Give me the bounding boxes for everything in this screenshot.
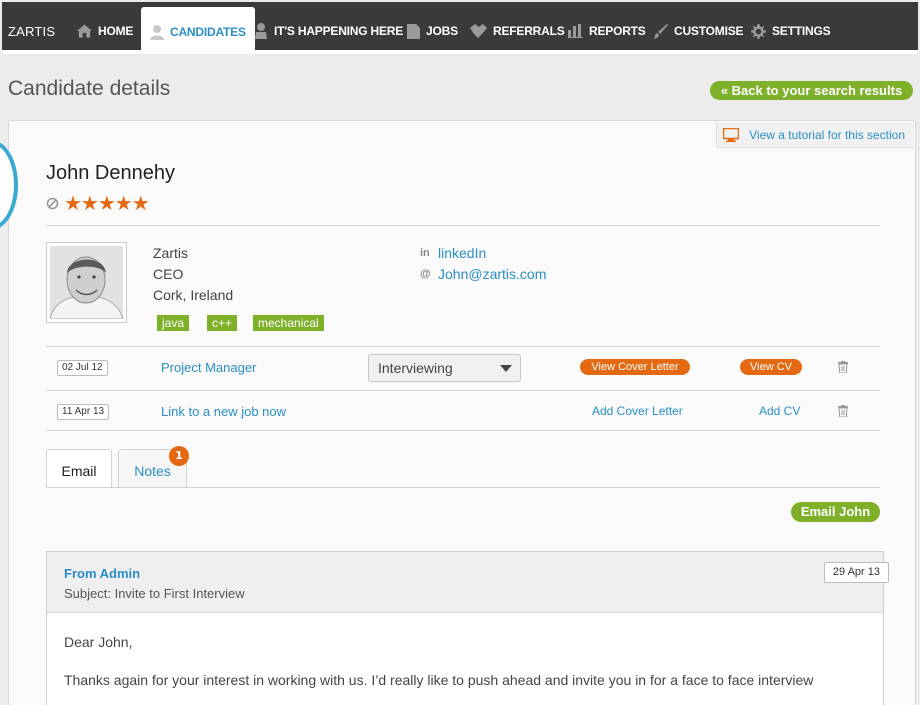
tutorial-label: View a tutorial for this section bbox=[749, 127, 905, 142]
tab-email[interactable]: Email bbox=[46, 449, 112, 488]
nav-customise[interactable]: CUSTOMISE bbox=[654, 2, 744, 50]
nav-settings[interactable]: SETTINGS bbox=[751, 2, 831, 50]
link-new-job-link[interactable]: Link to a new job now bbox=[161, 404, 286, 419]
notes-count-badge: 1 bbox=[169, 446, 189, 466]
handshake-icon bbox=[470, 24, 487, 38]
document-icon bbox=[407, 23, 420, 39]
message-greeting: Dear John, bbox=[64, 634, 133, 650]
nav-reports[interactable]: REPORTS bbox=[568, 2, 646, 50]
email-link[interactable]: John@zartis.com bbox=[438, 266, 546, 282]
message-subject: Subject: Invite to First Interview bbox=[64, 586, 245, 601]
nav-referrals-label: REFERRALS bbox=[493, 24, 565, 38]
application-date: 02 Jul 12 bbox=[57, 360, 108, 376]
nav-candidates[interactable]: CANDIDATES bbox=[141, 7, 255, 51]
nav-home[interactable]: HOME bbox=[77, 2, 133, 50]
application-date: 11 Apr 13 bbox=[57, 404, 110, 420]
nav-jobs-label: JOBS bbox=[426, 24, 458, 38]
linkedin-contact: in linkedIn bbox=[420, 245, 486, 261]
person-icon bbox=[255, 23, 267, 39]
email-message: From Admin Subject: Invite to First Inte… bbox=[46, 551, 889, 705]
candidate-rating: ★★★★★ bbox=[46, 193, 150, 213]
message-text: Thanks again for your interest in workin… bbox=[64, 672, 814, 688]
page-title: Candidate details bbox=[8, 77, 171, 100]
skill-tag[interactable]: mechanical bbox=[253, 315, 324, 331]
candidate-role: CEO bbox=[153, 266, 184, 282]
home-icon bbox=[77, 24, 92, 38]
candidate-location: Cork, Ireland bbox=[153, 287, 234, 303]
nav-happening[interactable]: IT'S HAPPENING HERE bbox=[254, 2, 403, 50]
application-status-select[interactable]: Interviewing bbox=[368, 354, 521, 382]
applications-divider-bottom bbox=[46, 430, 880, 431]
message-date: 29 Apr 13 bbox=[823, 562, 889, 583]
nav-underbar bbox=[2, 50, 918, 54]
trash-icon[interactable] bbox=[838, 361, 848, 373]
email-candidate-button[interactable]: Email John bbox=[791, 502, 880, 522]
nav-happening-label: IT'S HAPPENING HERE bbox=[274, 24, 404, 38]
add-cover-letter-link[interactable]: Add Cover Letter bbox=[592, 404, 683, 418]
nav-settings-label: SETTINGS bbox=[772, 24, 831, 38]
nav-candidates-label: CANDIDATES bbox=[170, 25, 246, 39]
view-cover-letter-button[interactable]: View Cover Letter bbox=[580, 359, 690, 375]
add-cv-link[interactable]: Add CV bbox=[759, 404, 800, 418]
candidate-photo bbox=[46, 242, 127, 323]
candidate-company: Zartis bbox=[153, 245, 188, 261]
at-icon: @ bbox=[420, 268, 431, 280]
rating-stars[interactable]: ★★★★★ bbox=[64, 193, 150, 213]
brand-logo[interactable]: ZARTIS bbox=[8, 2, 55, 50]
nav-reports-label: REPORTS bbox=[589, 24, 646, 38]
chevron-down-icon bbox=[500, 365, 512, 372]
gear-icon bbox=[751, 23, 766, 39]
bar-chart-icon bbox=[568, 24, 583, 38]
avatar bbox=[49, 246, 124, 320]
header-divider bbox=[46, 225, 880, 226]
nav-jobs[interactable]: JOBS bbox=[407, 2, 458, 50]
monitor-icon bbox=[723, 127, 740, 142]
tabs-divider bbox=[46, 487, 880, 488]
linkedin-icon: in bbox=[420, 247, 430, 259]
top-nav: ZARTIS HOME CANDIDATES IT'S HAPPENING HE… bbox=[2, 2, 918, 51]
nav-referrals[interactable]: REFERRALS bbox=[470, 2, 565, 50]
message-header: From Admin Subject: Invite to First Inte… bbox=[47, 552, 889, 613]
message-body: Dear John, Thanks again for your interes… bbox=[47, 613, 883, 705]
view-cv-button[interactable]: View CV bbox=[740, 359, 802, 375]
status-value: Interviewing bbox=[378, 360, 453, 376]
trash-icon[interactable] bbox=[838, 405, 848, 417]
message-sender[interactable]: From Admin bbox=[64, 566, 140, 581]
applications-divider-top bbox=[46, 346, 880, 347]
applications-divider-mid bbox=[46, 390, 880, 391]
nav-customise-label: CUSTOMISE bbox=[674, 24, 744, 38]
linkedin-link[interactable]: linkedIn bbox=[438, 245, 486, 261]
block-icon[interactable] bbox=[46, 197, 59, 210]
tutorial-link[interactable]: View a tutorial for this section bbox=[716, 122, 914, 148]
candidate-name: John Dennehy bbox=[46, 162, 175, 184]
nav-home-label: HOME bbox=[98, 24, 134, 38]
user-icon bbox=[150, 24, 164, 40]
application-job-link[interactable]: Project Manager bbox=[161, 360, 256, 375]
brush-icon bbox=[654, 23, 668, 39]
email-contact: @ John@zartis.com bbox=[420, 266, 546, 282]
back-to-search-button[interactable]: « Back to your search results bbox=[710, 81, 913, 100]
skill-tag[interactable]: java bbox=[157, 315, 190, 331]
skill-tag[interactable]: c++ bbox=[207, 315, 238, 331]
